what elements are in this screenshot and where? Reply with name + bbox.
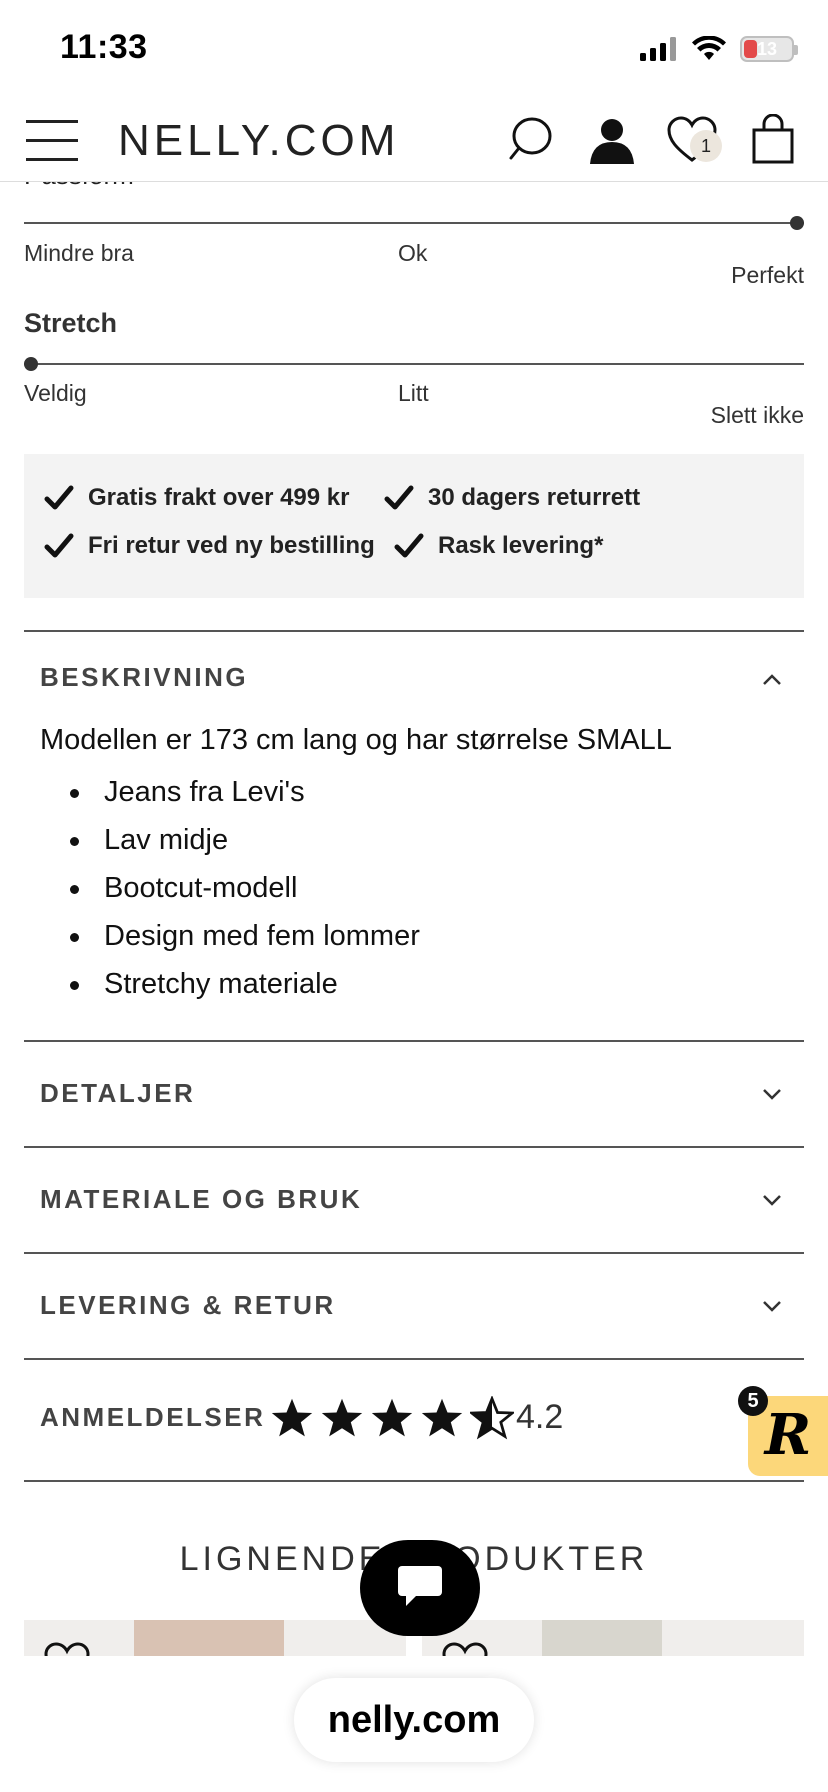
passform-label-mid: Ok	[398, 240, 428, 266]
usp-text: Gratis frakt over 499 kr	[88, 484, 350, 511]
site-header: NELLY.COM 1	[0, 100, 828, 182]
star-full-icon	[321, 1398, 363, 1437]
status-time: 11:33	[60, 28, 148, 66]
usp-text: Rask levering*	[438, 532, 604, 559]
accordion-material-header[interactable]: MATERIALE OG BRUK	[24, 1148, 804, 1252]
product-card[interactable]	[422, 1620, 804, 1656]
battery-level: 13	[756, 39, 778, 59]
list-item: Jeans fra Levi's	[40, 768, 420, 816]
stretch-label-mid: Litt	[398, 380, 429, 406]
product-image	[134, 1620, 284, 1656]
product-card[interactable]	[24, 1620, 406, 1656]
star-full-icon	[371, 1398, 413, 1437]
accordion-description-header[interactable]: BESKRIVNING	[24, 632, 804, 732]
check-icon	[384, 485, 414, 510]
stretch-slider-track	[24, 363, 804, 365]
passform-label-low: Mindre bra	[24, 240, 134, 266]
review-stars	[270, 1396, 514, 1440]
accordion-title: DETALJER	[40, 1078, 196, 1108]
wishlist-heart-icon[interactable]	[44, 1642, 90, 1656]
list-item: Bootcut-modell	[40, 864, 420, 912]
check-icon	[394, 533, 424, 558]
chat-icon	[398, 1566, 442, 1606]
usp-text: 30 dagers returrett	[428, 484, 641, 511]
chevron-up-icon	[763, 674, 781, 685]
status-bar: 11:33 13	[0, 0, 828, 100]
cellular-signal-icon	[640, 37, 676, 61]
usp-item: 30 dagers returrett	[384, 484, 640, 512]
star-full-icon	[271, 1398, 313, 1437]
stretch-slider-marker	[24, 357, 38, 371]
description-list: Jeans fra Levi's Lav midje Bootcut-model…	[40, 768, 420, 1008]
passform-label-high: Perfekt	[731, 262, 804, 288]
check-icon	[44, 533, 74, 558]
usp-item: Fri retur ved ny bestilling	[44, 532, 375, 560]
cart-icon[interactable]	[748, 114, 800, 166]
check-icon	[44, 485, 74, 510]
accordion-delivery-header[interactable]: LEVERING & RETUR	[24, 1254, 804, 1358]
stretch-label-high: Slett ikke	[710, 402, 804, 428]
accordion-title: LEVERING & RETUR	[40, 1290, 336, 1320]
star-half-icon	[470, 1396, 514, 1440]
wishlist-button[interactable]: 1	[666, 114, 722, 170]
usp-item: Gratis frakt over 499 kr	[44, 484, 349, 512]
product-image	[542, 1620, 662, 1656]
list-item: Lav midje	[40, 816, 420, 864]
star-full-icon	[421, 1398, 463, 1437]
status-icons: 13	[640, 36, 798, 62]
reviews-widget-count: 5	[738, 1386, 768, 1416]
stretch-label-low: Veldig	[24, 380, 87, 406]
wishlist-count: 1	[690, 130, 722, 162]
description-intro: Modellen er 173 cm lang og har størrelse…	[40, 724, 672, 756]
chat-button[interactable]	[360, 1540, 480, 1636]
passform-slider-track	[24, 222, 804, 224]
usp-item: Rask levering*	[394, 532, 603, 560]
usp-text: Fri retur ved ny bestilling	[88, 532, 375, 559]
account-icon[interactable]	[586, 114, 638, 166]
chevron-down-icon	[763, 1301, 781, 1312]
reviews-title: ANMELDELSER	[40, 1402, 266, 1432]
browser-url-bar[interactable]: nelly.com	[294, 1678, 534, 1762]
review-rating: 4.2	[516, 1398, 564, 1436]
battery-icon: 13	[740, 36, 798, 62]
menu-icon[interactable]	[26, 120, 78, 162]
accordion-details-header[interactable]: DETALJER	[24, 1042, 804, 1146]
chevron-down-icon	[763, 1089, 781, 1100]
search-icon[interactable]	[504, 114, 556, 166]
wishlist-heart-icon[interactable]	[442, 1642, 488, 1656]
wifi-icon	[692, 36, 726, 60]
usp-box: Gratis frakt over 499 kr 30 dagers retur…	[24, 454, 804, 598]
accordion-title: BESKRIVNING	[40, 662, 249, 692]
site-logo[interactable]: NELLY.COM	[118, 116, 399, 166]
stretch-title: Stretch	[24, 308, 118, 338]
section-divider	[24, 1480, 804, 1482]
chevron-down-icon	[763, 1195, 781, 1206]
list-item: Design med fem lommer	[40, 912, 420, 960]
passform-slider-marker	[790, 216, 804, 230]
accordion-title: MATERIALE OG BRUK	[40, 1184, 363, 1214]
list-item: Stretchy materiale	[40, 960, 420, 1008]
